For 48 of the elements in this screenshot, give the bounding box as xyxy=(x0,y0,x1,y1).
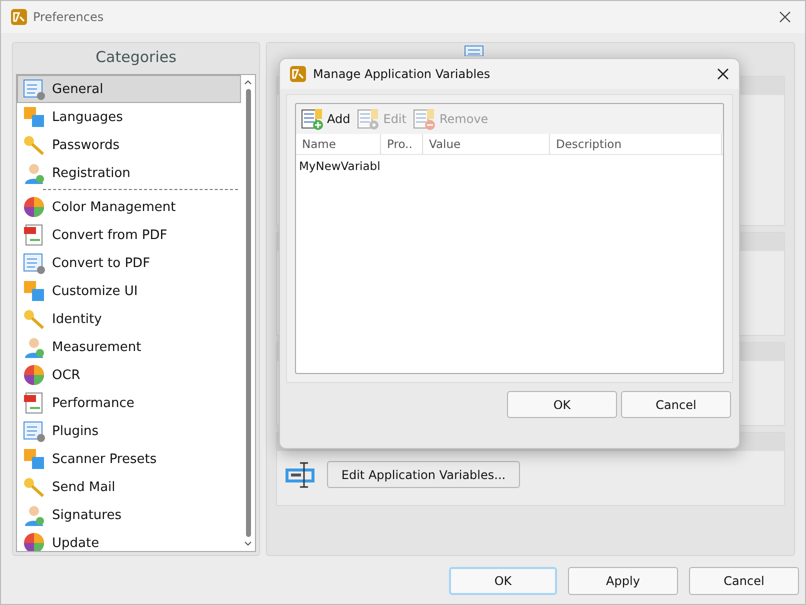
list-edit-icon xyxy=(357,108,382,130)
category-item[interactable]: Scanner Presets xyxy=(17,445,241,473)
list-remove-icon xyxy=(413,108,438,130)
dialog-title: Manage Application Variables xyxy=(313,67,490,81)
scroll-up-icon[interactable] xyxy=(244,79,252,85)
app-icon xyxy=(11,9,27,25)
close-icon[interactable] xyxy=(717,68,729,80)
column-header[interactable]: Pro.. xyxy=(381,134,423,154)
category-item[interactable]: Passwords xyxy=(17,131,241,159)
category-item[interactable]: Identity xyxy=(17,305,241,333)
category-item[interactable]: Convert to PDF xyxy=(17,249,241,277)
toolbar-button[interactable]: Add xyxy=(299,108,352,130)
category-item[interactable]: Performance xyxy=(17,389,241,417)
column-header[interactable]: Description xyxy=(550,134,722,154)
key-icon xyxy=(22,133,46,157)
category-item[interactable]: Plugins xyxy=(17,417,241,445)
close-icon[interactable] xyxy=(779,11,791,23)
category-item[interactable]: Languages xyxy=(17,103,241,131)
color-wheel-icon xyxy=(22,195,46,219)
dialog-button[interactable]: Apply xyxy=(568,567,678,595)
category-item[interactable]: Signatures xyxy=(17,501,241,529)
tiles-icon xyxy=(22,279,46,303)
table-cell-text: MyNewVariabl xyxy=(298,158,381,175)
dialog-button[interactable]: OK xyxy=(449,567,557,595)
category-item[interactable]: Measurement xyxy=(17,333,241,361)
category-item[interactable]: Send Mail xyxy=(17,473,241,501)
settings-icon xyxy=(22,77,46,101)
dialog-button[interactable]: Cancel xyxy=(621,391,731,418)
category-item[interactable]: OCR xyxy=(17,361,241,389)
text-field-icon xyxy=(285,462,317,488)
dialog-button[interactable]: OK xyxy=(507,391,617,418)
user-add-icon xyxy=(22,161,46,185)
category-item[interactable]: Convert from PDF xyxy=(17,221,241,249)
app-icon xyxy=(290,66,306,82)
column-header[interactable]: Value xyxy=(423,134,550,154)
window-title: Preferences xyxy=(33,10,104,24)
category-item[interactable]: Color Management xyxy=(17,193,241,221)
settings-page-icon xyxy=(464,45,484,56)
edit-variables-button[interactable]: Edit Application Variables... xyxy=(327,461,520,488)
category-item[interactable]: Update xyxy=(17,529,241,551)
list-add-icon xyxy=(301,108,325,130)
panel-header: Categories xyxy=(94,46,178,68)
column-header[interactable]: Name xyxy=(296,134,381,154)
dialog-button[interactable]: Cancel xyxy=(689,567,799,595)
category-item[interactable]: General xyxy=(17,75,241,103)
category-item[interactable]: Registration xyxy=(17,159,241,187)
scroll-down-icon[interactable] xyxy=(244,541,252,547)
category-item[interactable]: Customize UI xyxy=(17,277,241,305)
